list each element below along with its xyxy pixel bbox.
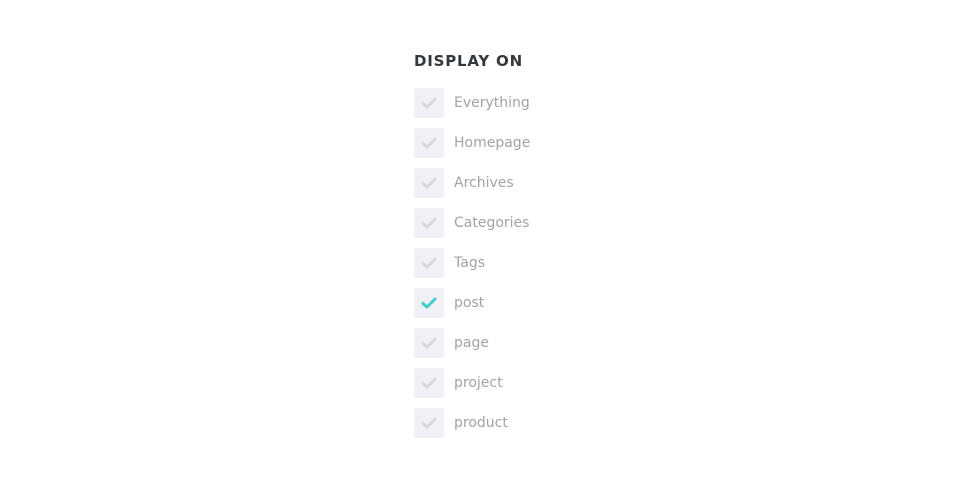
checkbox[interactable] (414, 288, 444, 318)
check-icon (421, 177, 437, 189)
option-label: Everything (454, 95, 530, 111)
option-label: Archives (454, 175, 514, 191)
checkbox[interactable] (414, 328, 444, 358)
display-on-panel: DISPLAY ON Everything Homepage Archives Cat… (414, 50, 530, 448)
checkbox[interactable] (414, 208, 444, 238)
option-page[interactable]: page (414, 328, 530, 358)
options-list: Everything Homepage Archives Categories Tags… (414, 88, 530, 438)
option-everything[interactable]: Everything (414, 88, 530, 118)
check-icon (421, 377, 437, 389)
option-label: page (454, 335, 489, 351)
checkbox[interactable] (414, 408, 444, 438)
check-icon (421, 217, 437, 229)
check-icon (421, 257, 437, 269)
checkbox[interactable] (414, 368, 444, 398)
checkbox[interactable] (414, 168, 444, 198)
option-tags[interactable]: Tags (414, 248, 530, 278)
section-title: DISPLAY ON (414, 52, 523, 70)
option-homepage[interactable]: Homepage (414, 128, 530, 158)
option-categories[interactable]: Categories (414, 208, 530, 238)
check-icon (421, 337, 437, 349)
check-icon (421, 297, 437, 309)
option-product[interactable]: product (414, 408, 530, 438)
checkbox[interactable] (414, 88, 444, 118)
check-icon (421, 97, 437, 109)
option-post[interactable]: post (414, 288, 530, 318)
option-archives[interactable]: Archives (414, 168, 530, 198)
option-label: post (454, 295, 485, 311)
option-label: Categories (454, 215, 530, 231)
option-label: Tags (454, 255, 485, 271)
option-label: Homepage (454, 135, 531, 151)
checkbox[interactable] (414, 128, 444, 158)
check-icon (421, 417, 437, 429)
option-project[interactable]: project (414, 368, 530, 398)
checkbox[interactable] (414, 248, 444, 278)
check-icon (421, 137, 437, 149)
option-label: product (454, 415, 508, 431)
option-label: project (454, 375, 503, 391)
